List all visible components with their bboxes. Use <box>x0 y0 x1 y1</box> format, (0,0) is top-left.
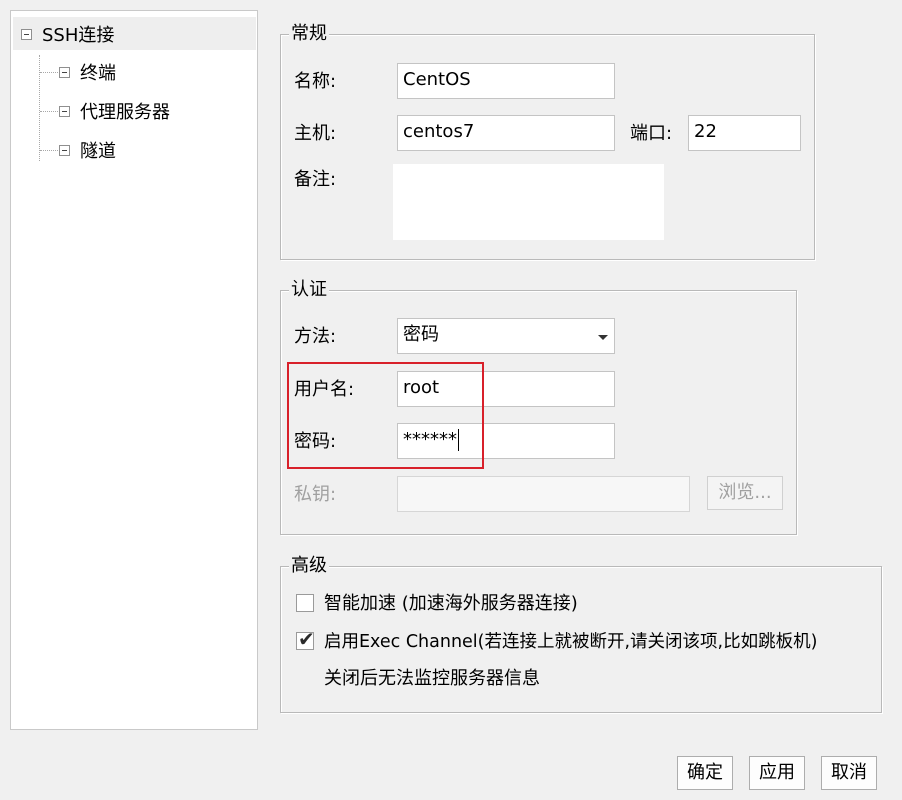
cancel-button[interactable]: 取消 <box>821 756 877 790</box>
auth-legend: 认证 <box>289 279 329 301</box>
collapse-icon[interactable] <box>21 28 32 40</box>
port-label: 端口: <box>630 123 673 144</box>
notes-textarea[interactable] <box>393 164 664 240</box>
checkmark-icon: ✔ <box>298 627 315 651</box>
collapse-icon[interactable] <box>59 105 70 117</box>
port-field[interactable]: 22 <box>688 115 801 151</box>
collapse-icon[interactable] <box>59 66 70 78</box>
method-select[interactable]: 密码 <box>397 318 615 354</box>
password-label: 密码: <box>294 431 337 452</box>
browse-button[interactable]: 浏览... <box>707 476 783 510</box>
name-field[interactable]: CentOS <box>397 63 615 99</box>
notes-label: 备注: <box>294 169 337 190</box>
tree-item-ssh-row[interactable]: SSH连接 <box>21 19 114 49</box>
tree-item-label: SSH连接 <box>42 25 115 46</box>
tree-connector <box>39 55 40 161</box>
ok-button[interactable]: 确定 <box>677 756 733 790</box>
accelerate-label: 智能加速 (加速海外服务器连接) <box>324 593 578 614</box>
tree-item-label: 终端 <box>80 63 116 84</box>
general-legend: 常规 <box>289 23 329 45</box>
method-value: 密码 <box>403 324 439 345</box>
exec-channel-note: 关闭后无法监控服务器信息 <box>324 668 540 689</box>
advanced-legend: 高级 <box>289 555 329 577</box>
accelerate-checkbox[interactable] <box>296 594 314 612</box>
password-field[interactable]: ****** <box>397 423 615 459</box>
password-value: ****** <box>403 429 457 450</box>
privatekey-label: 私钥: <box>294 484 337 505</box>
exec-channel-checkbox[interactable]: ✔ <box>296 627 315 651</box>
chevron-down-icon[interactable] <box>598 335 608 340</box>
exec-channel-label: 启用Exec Channel(若连接上就被断开,请关闭该项,比如跳板机) <box>324 632 818 652</box>
collapse-icon[interactable] <box>59 144 70 156</box>
username-label: 用户名: <box>294 379 355 400</box>
tree-item-terminal[interactable]: 终端 <box>59 57 116 87</box>
apply-button[interactable]: 应用 <box>749 756 805 790</box>
host-field[interactable]: centos7 <box>397 115 615 151</box>
settings-tree: SSH连接 终端 代理服务器 隧道 <box>10 10 258 730</box>
text-caret <box>458 429 459 451</box>
tree-item-proxy[interactable]: 代理服务器 <box>59 96 170 126</box>
name-label: 名称: <box>294 71 337 92</box>
tree-item-label: 代理服务器 <box>80 102 170 123</box>
privatekey-field[interactable] <box>397 476 690 512</box>
tree-item-tunnel[interactable]: 隧道 <box>59 135 116 165</box>
host-label: 主机: <box>294 123 337 144</box>
method-label: 方法: <box>294 326 337 347</box>
username-field[interactable]: root <box>397 371 615 407</box>
tree-item-label: 隧道 <box>80 141 116 162</box>
